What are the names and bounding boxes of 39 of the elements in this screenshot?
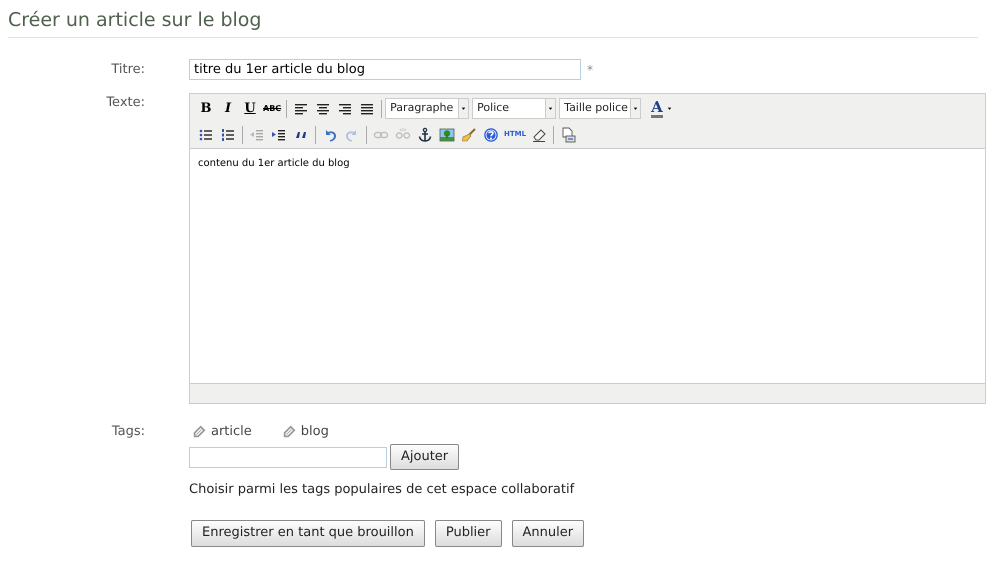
font-color-button[interactable]: A <box>648 98 676 120</box>
format-select[interactable]: Taille police <box>559 98 642 119</box>
bullet-list-icon <box>198 126 214 142</box>
action-button[interactable]: Annuler <box>512 520 584 546</box>
content-text: contenu du 1er article du blog <box>198 157 351 171</box>
help-icon <box>483 126 499 142</box>
paste-word-icon <box>560 126 576 142</box>
numbered-list-icon <box>220 126 236 142</box>
format-select[interactable]: Paragraphe <box>385 98 470 119</box>
image-icon <box>439 126 455 142</box>
popular-tags-link[interactable]: Choisir parmi les tags populaires de cet espace collaboratif <box>189 480 584 500</box>
format-button[interactable]: I <box>217 98 239 120</box>
field-label: Tags: <box>110 423 145 441</box>
action-button[interactable]: Publier <box>434 520 502 546</box>
select-value: Police <box>476 100 510 116</box>
caret-icon <box>460 105 468 112</box>
title-field[interactable]: titre du 1er article du blog <box>189 59 581 80</box>
format-select[interactable]: Police <box>472 98 556 119</box>
brush-icon <box>461 126 477 142</box>
tag[interactable]: article <box>192 422 252 442</box>
action-button[interactable]: Enregistrer en tant que brouillon <box>191 520 425 546</box>
page-title: Créer un article sur le blog <box>8 8 978 38</box>
format-button[interactable]: U <box>239 98 261 120</box>
select-value: Taille police <box>563 100 629 116</box>
format-button[interactable]: B <box>195 98 217 120</box>
tag-field[interactable] <box>189 446 387 468</box>
field-label: Titre: <box>110 60 145 79</box>
tag[interactable]: blog <box>282 422 329 442</box>
eraser-icon <box>531 126 548 142</box>
caret-icon <box>547 105 554 112</box>
caret-icon <box>632 105 640 112</box>
add-tag-button[interactable]: Ajouter <box>390 444 460 470</box>
format-button[interactable]: ABC <box>261 98 284 120</box>
field-label: Texte: <box>105 94 145 112</box>
anchor-icon <box>417 126 433 142</box>
select-value: Paragraphe <box>389 100 454 116</box>
font-color-letter: A <box>651 100 663 118</box>
caret-icon <box>666 105 673 112</box>
required-mark: * <box>587 62 593 78</box>
